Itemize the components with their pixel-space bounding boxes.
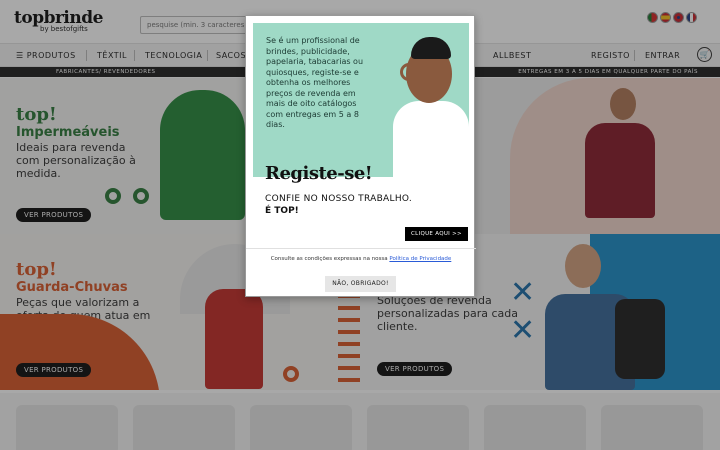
click-here-button[interactable]: CLIQUE AQUI >> xyxy=(405,227,468,241)
no-thanks-button[interactable]: NÃO, OBRIGADO! xyxy=(325,276,396,292)
modal-hero-image: Se é um profissional de brindes, publici… xyxy=(253,23,469,177)
register-modal: Se é um profissional de brindes, publici… xyxy=(245,15,476,297)
modal-title: Registe-se! xyxy=(265,163,373,184)
modal-divider xyxy=(246,248,476,249)
privacy-policy-link[interactable]: Política de Privacidade xyxy=(389,256,451,262)
ok-hand-icon xyxy=(400,63,418,81)
modal-hero-text: Se é um profissional de brindes, publici… xyxy=(266,36,364,129)
model-hair xyxy=(411,37,451,59)
modal-tagline: É TOP! xyxy=(265,206,299,216)
privacy-consent: Consulte as condições expressas na nossa… xyxy=(246,256,476,262)
modal-subtitle: CONFIE NO NOSSO TRABALHO. xyxy=(265,194,413,204)
page: topbrinde by bestofgifts ☰ PRODUTOS TÊXT… xyxy=(0,0,720,450)
consent-text: Consulte as condições expressas na nossa xyxy=(270,256,390,262)
model-white-shirt xyxy=(393,101,469,177)
